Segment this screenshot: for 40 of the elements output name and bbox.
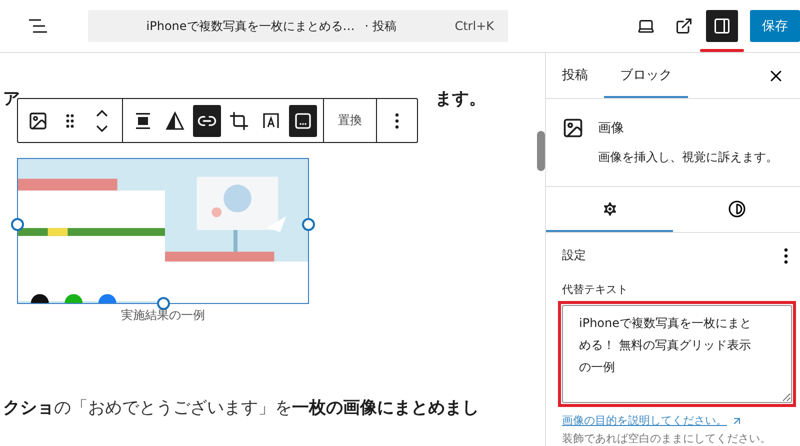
post-type: · 投稿 bbox=[364, 18, 396, 34]
align-icon bbox=[133, 110, 153, 130]
panel-icon bbox=[713, 17, 731, 35]
alt-text-field[interactable]: iPhoneで複数写真を一枚にまとめる！ 無料の写真グリッド表示の一例 bbox=[562, 305, 792, 403]
more-icon bbox=[784, 248, 788, 264]
more-icon bbox=[395, 112, 399, 128]
help-text: 装飾であれば空白のままにしてください。 bbox=[562, 431, 772, 446]
save-button[interactable]: 保存 bbox=[750, 10, 800, 42]
crop-icon bbox=[229, 110, 249, 130]
text-over-image-icon bbox=[261, 110, 281, 130]
contrast-icon bbox=[728, 200, 746, 218]
image-icon bbox=[28, 110, 48, 130]
shortcut-hint: Ctrl+K bbox=[454, 19, 494, 33]
block-title: 画像 bbox=[598, 120, 625, 137]
sidebar-tab[interactable]: 投稿 bbox=[546, 53, 604, 98]
paragraph-text: クショの「おめでとうございます」を一枚の画像にまとめまし bbox=[3, 397, 480, 419]
list-view-icon[interactable] bbox=[28, 18, 48, 34]
scrollbar-thumb[interactable] bbox=[537, 131, 545, 171]
link-button[interactable] bbox=[193, 104, 221, 136]
help-link[interactable]: 画像の目的を説明してください。 bbox=[562, 413, 727, 428]
external-link-icon bbox=[675, 17, 693, 35]
triangle-icon bbox=[165, 110, 185, 130]
caption-button[interactable] bbox=[289, 104, 317, 136]
resize-handle[interactable] bbox=[157, 297, 170, 310]
replace-button[interactable]: 置換 bbox=[330, 104, 370, 136]
paragraph-text: ます。 bbox=[435, 88, 486, 110]
post-title: iPhoneで複数写真を一枚にまとめる… bbox=[146, 18, 355, 34]
command-bar[interactable]: iPhoneで複数写真を一枚にまとめる… · 投稿 Ctrl+K bbox=[88, 10, 508, 42]
image-icon bbox=[562, 117, 584, 139]
paragraph-text: ア bbox=[3, 88, 20, 110]
more-options-button[interactable] bbox=[784, 248, 788, 264]
sidebar-tab[interactable]: ブロック bbox=[604, 53, 688, 98]
laptop-icon bbox=[637, 17, 655, 35]
resize-handle[interactable] bbox=[302, 218, 315, 231]
section-title: 設定 bbox=[562, 247, 586, 264]
caption-icon bbox=[293, 110, 313, 130]
block-description: 画像を挿入し、視覚に訴えます。 bbox=[598, 149, 779, 166]
field-label: 代替テキスト bbox=[562, 282, 629, 297]
resize-handle[interactable] bbox=[11, 218, 24, 231]
image-caption: 実施結果の一例 bbox=[121, 307, 205, 324]
